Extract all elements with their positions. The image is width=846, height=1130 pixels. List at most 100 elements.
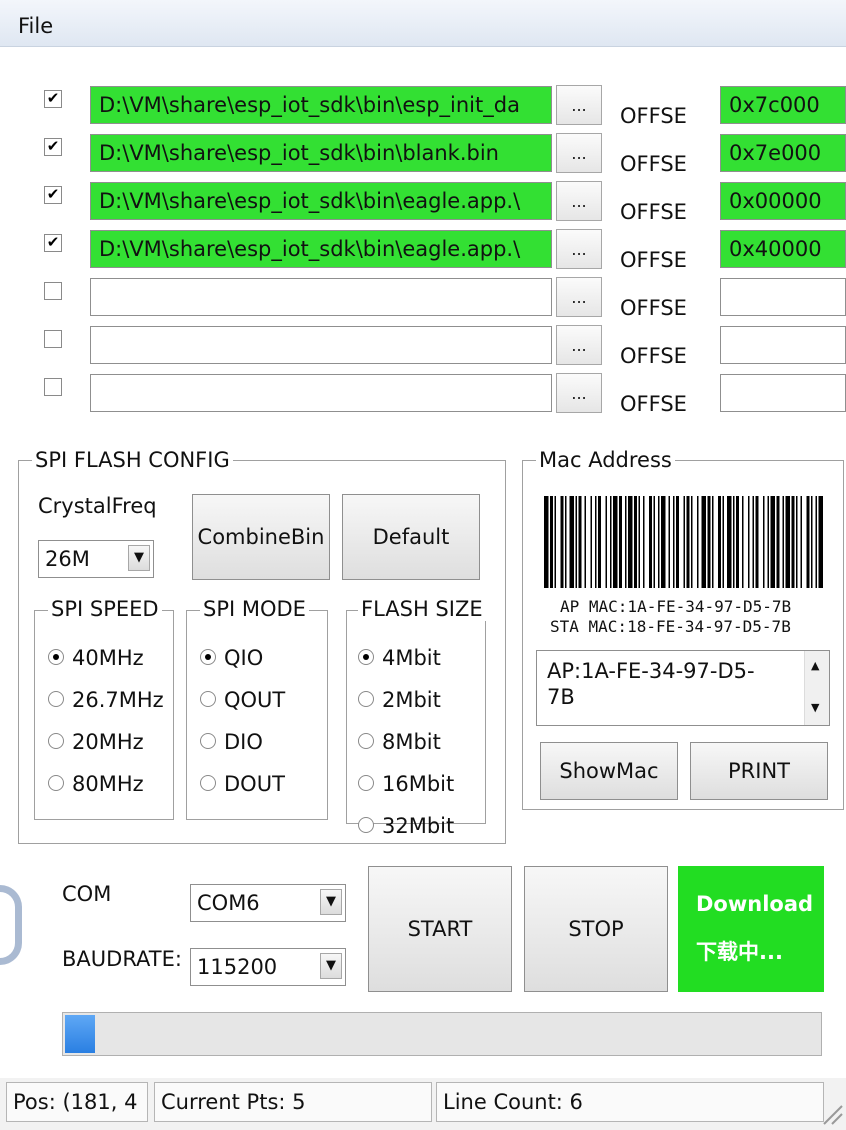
- barcode-bar: [748, 496, 750, 588]
- radio-button-icon[interactable]: [358, 691, 374, 707]
- radio-option-label: 2Mbit: [382, 688, 441, 712]
- browse-button[interactable]: ...: [556, 229, 602, 269]
- chevron-down-icon: ▼: [320, 953, 342, 979]
- browse-button[interactable]: ...: [556, 325, 602, 365]
- com-select[interactable]: COM6 ▼: [190, 884, 346, 922]
- menu-bar: [0, 0, 846, 47]
- offset-label: OFFSE: [620, 152, 687, 176]
- radio-option[interactable]: 16Mbit: [358, 772, 454, 796]
- barcode-bar: [643, 496, 645, 588]
- radio-button-icon[interactable]: [48, 775, 64, 791]
- download-status-line2: 下载中...: [696, 940, 783, 964]
- offset-label: OFFSE: [620, 248, 687, 272]
- mac-textarea-scrollbar[interactable]: ▲ ▼: [804, 651, 829, 725]
- browse-button[interactable]: ...: [556, 181, 602, 221]
- radio-button-icon[interactable]: [48, 733, 64, 749]
- radio-option[interactable]: 40MHz: [48, 646, 144, 670]
- flash-size-title: FLASH SIZE: [358, 597, 486, 621]
- offset-input[interactable]: 0x40000: [720, 230, 846, 268]
- default-button[interactable]: Default: [342, 494, 480, 580]
- radio-option[interactable]: 32Mbit: [358, 814, 454, 838]
- radio-option-label: QOUT: [224, 688, 286, 712]
- scroll-down-icon[interactable]: ▼: [811, 701, 819, 714]
- offset-input[interactable]: [720, 326, 846, 364]
- radio-option[interactable]: DOUT: [200, 772, 285, 796]
- menu-file[interactable]: File: [18, 14, 53, 38]
- radio-option[interactable]: 20MHz: [48, 730, 144, 754]
- radio-option[interactable]: 2Mbit: [358, 688, 441, 712]
- stop-button[interactable]: STOP: [524, 866, 668, 992]
- radio-button-icon[interactable]: [200, 691, 216, 707]
- combine-bin-button[interactable]: CombineBin: [192, 494, 330, 580]
- radio-option[interactable]: 26.7MHz: [48, 688, 164, 712]
- offset-input[interactable]: 0x7e000: [720, 134, 846, 172]
- file-enable-checkbox[interactable]: ✔: [44, 90, 62, 108]
- crystal-freq-select[interactable]: 26M ▼: [38, 540, 154, 578]
- barcode-bar: [712, 496, 714, 588]
- baudrate-select[interactable]: 115200 ▼: [190, 948, 346, 986]
- file-enable-checkbox[interactable]: ✔: [44, 186, 62, 204]
- file-enable-checkbox[interactable]: [44, 330, 62, 348]
- browse-button[interactable]: ...: [556, 85, 602, 125]
- file-path-input[interactable]: D:\VM\share\esp_iot_sdk\bin\eagle.app.\: [90, 182, 552, 220]
- scroll-up-icon[interactable]: ▲: [811, 659, 819, 672]
- mac-textarea[interactable]: AP:1A-FE-34-97-D5- 7B ▲ ▼: [536, 650, 830, 726]
- radio-button-icon[interactable]: [358, 775, 374, 791]
- radio-option[interactable]: QOUT: [200, 688, 285, 712]
- file-enable-checkbox[interactable]: [44, 378, 62, 396]
- barcode-bar: [668, 496, 670, 588]
- barcode-bar: [818, 496, 823, 588]
- radio-button-icon[interactable]: [48, 649, 64, 665]
- barcode-bar: [649, 496, 652, 588]
- radio-option-label: 80MHz: [72, 772, 144, 796]
- file-path-input[interactable]: [90, 326, 552, 364]
- barcode-bar: [791, 496, 795, 588]
- browse-button[interactable]: ...: [556, 277, 602, 317]
- start-button[interactable]: START: [368, 866, 512, 992]
- radio-button-icon[interactable]: [200, 649, 216, 665]
- chevron-down-icon: ▼: [320, 889, 342, 915]
- browse-button[interactable]: ...: [556, 133, 602, 173]
- barcode-bar: [733, 496, 735, 588]
- file-path-input[interactable]: D:\VM\share\esp_iot_sdk\bin\blank.bin: [90, 134, 552, 172]
- radio-button-icon[interactable]: [48, 691, 64, 707]
- file-path-input[interactable]: D:\VM\share\esp_iot_sdk\bin\esp_init_da: [90, 86, 552, 124]
- file-path-input[interactable]: [90, 374, 552, 412]
- radio-option[interactable]: QIO: [200, 646, 263, 670]
- barcode-bar: [638, 496, 640, 588]
- offset-input[interactable]: 0x00000: [720, 182, 846, 220]
- radio-option[interactable]: 80MHz: [48, 772, 144, 796]
- barcode-bar: [683, 496, 685, 588]
- file-enable-checkbox[interactable]: ✔: [44, 138, 62, 156]
- show-mac-button[interactable]: ShowMac: [540, 742, 678, 800]
- resize-grip-icon[interactable]: [822, 1100, 844, 1126]
- radio-button-icon[interactable]: [200, 733, 216, 749]
- print-button[interactable]: PRINT: [690, 742, 828, 800]
- barcode-bar: [661, 496, 666, 588]
- radio-option[interactable]: DIO: [200, 730, 263, 754]
- offset-input[interactable]: [720, 278, 846, 316]
- barcode-bar: [701, 496, 706, 588]
- radio-option[interactable]: 4Mbit: [358, 646, 441, 670]
- download-progress-bar: [62, 1012, 822, 1056]
- file-enable-checkbox[interactable]: ✔: [44, 234, 62, 252]
- barcode-bar: [718, 496, 721, 588]
- radio-button-icon[interactable]: [358, 733, 374, 749]
- status-pos: Pos: (181, 4: [6, 1082, 148, 1122]
- file-path-input[interactable]: D:\VM\share\esp_iot_sdk\bin\eagle.app.\: [90, 230, 552, 268]
- radio-button-icon[interactable]: [358, 817, 374, 833]
- barcode-bar: [686, 496, 690, 588]
- download-status-line1: Download: [696, 892, 814, 916]
- barcode-bar: [575, 496, 577, 588]
- window-edge-decoration: [0, 885, 22, 965]
- browse-button[interactable]: ...: [556, 373, 602, 413]
- mac-address-title: Mac Address: [536, 448, 675, 472]
- file-enable-checkbox[interactable]: [44, 282, 62, 300]
- radio-button-icon[interactable]: [358, 649, 374, 665]
- offset-input[interactable]: [720, 374, 846, 412]
- offset-input[interactable]: 0x7c000: [720, 86, 846, 124]
- radio-button-icon[interactable]: [200, 775, 216, 791]
- file-path-input[interactable]: [90, 278, 552, 316]
- radio-option-label: 32Mbit: [382, 814, 455, 838]
- radio-option[interactable]: 8Mbit: [358, 730, 441, 754]
